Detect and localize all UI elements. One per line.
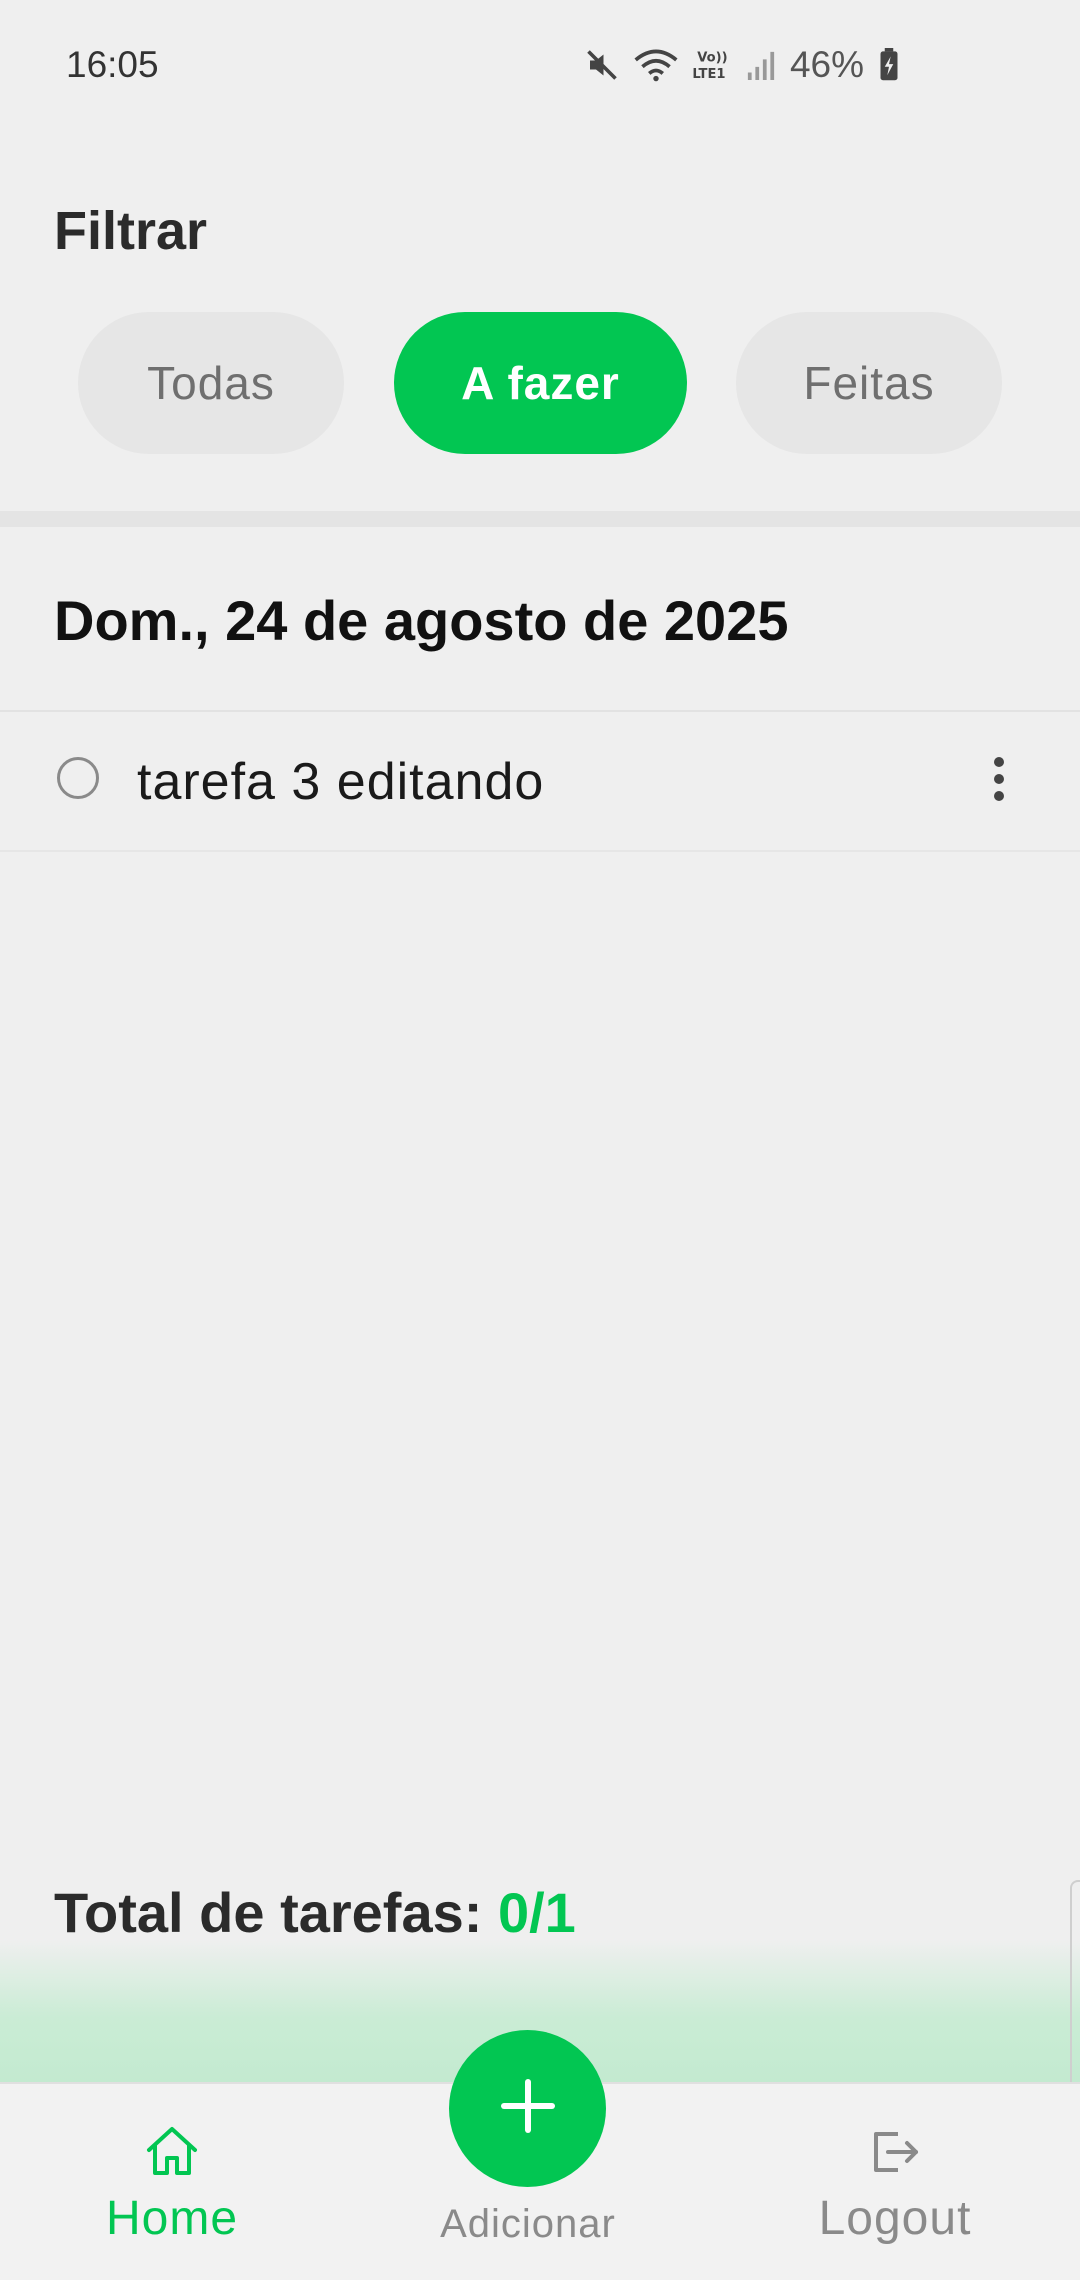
filter-chip-label: Todas	[147, 357, 275, 409]
total-label: Total de tarefas:	[54, 1881, 498, 1944]
section-divider	[0, 511, 1080, 527]
more-options-icon[interactable]	[984, 754, 1014, 804]
nav-home[interactable]: Home	[82, 2124, 262, 2246]
home-icon	[143, 2124, 201, 2183]
total-tasks: Total de tarefas: 0/1	[54, 1880, 576, 1945]
battery-charging-icon	[878, 48, 900, 82]
status-icons: Vo)) LTE1 46%	[584, 40, 900, 90]
nav-logout[interactable]: Logout	[800, 2124, 990, 2246]
plus-icon	[498, 2076, 558, 2141]
filter-title: Filtrar	[54, 201, 208, 261]
date-heading: Dom., 24 de agosto de 2025	[54, 589, 789, 652]
app-screen: 16:05 Vo)) LTE1 46% Filtrar Todas A faze…	[0, 0, 1080, 2280]
svg-text:Vo)): Vo))	[697, 51, 727, 66]
battery-percent: 46%	[789, 44, 864, 85]
task-divider	[0, 850, 1080, 852]
filter-chip-label: A fazer	[461, 357, 620, 409]
status-bar: 16:05 Vo)) LTE1 46%	[0, 0, 1080, 130]
volte-lte-icon: Vo)) LTE1	[692, 47, 732, 83]
task-row[interactable]: tarefa 3 editando	[0, 712, 1080, 850]
status-time: 16:05	[66, 44, 159, 85]
logout-icon	[866, 2124, 924, 2183]
task-checkbox[interactable]	[57, 757, 99, 799]
scroll-edge-indicator	[1070, 1880, 1080, 2082]
filter-chip-label: Feitas	[803, 357, 935, 409]
nav-logout-label: Logout	[818, 2192, 972, 2245]
task-label: tarefa 3 editando	[137, 753, 545, 811]
filter-chip-todas[interactable]: Todas	[78, 312, 344, 454]
total-count: 0/1	[497, 1881, 576, 1944]
nav-home-label: Home	[105, 2192, 239, 2245]
mute-icon	[584, 47, 620, 83]
filter-chip-a-fazer[interactable]: A fazer	[394, 312, 687, 454]
filter-chip-feitas[interactable]: Feitas	[736, 312, 1002, 454]
wifi-icon	[634, 47, 678, 83]
signal-icon	[746, 48, 776, 82]
add-task-button[interactable]	[449, 2030, 606, 2187]
svg-text:LTE1: LTE1	[692, 67, 725, 82]
add-task-label: Adicionar	[440, 2202, 616, 2246]
